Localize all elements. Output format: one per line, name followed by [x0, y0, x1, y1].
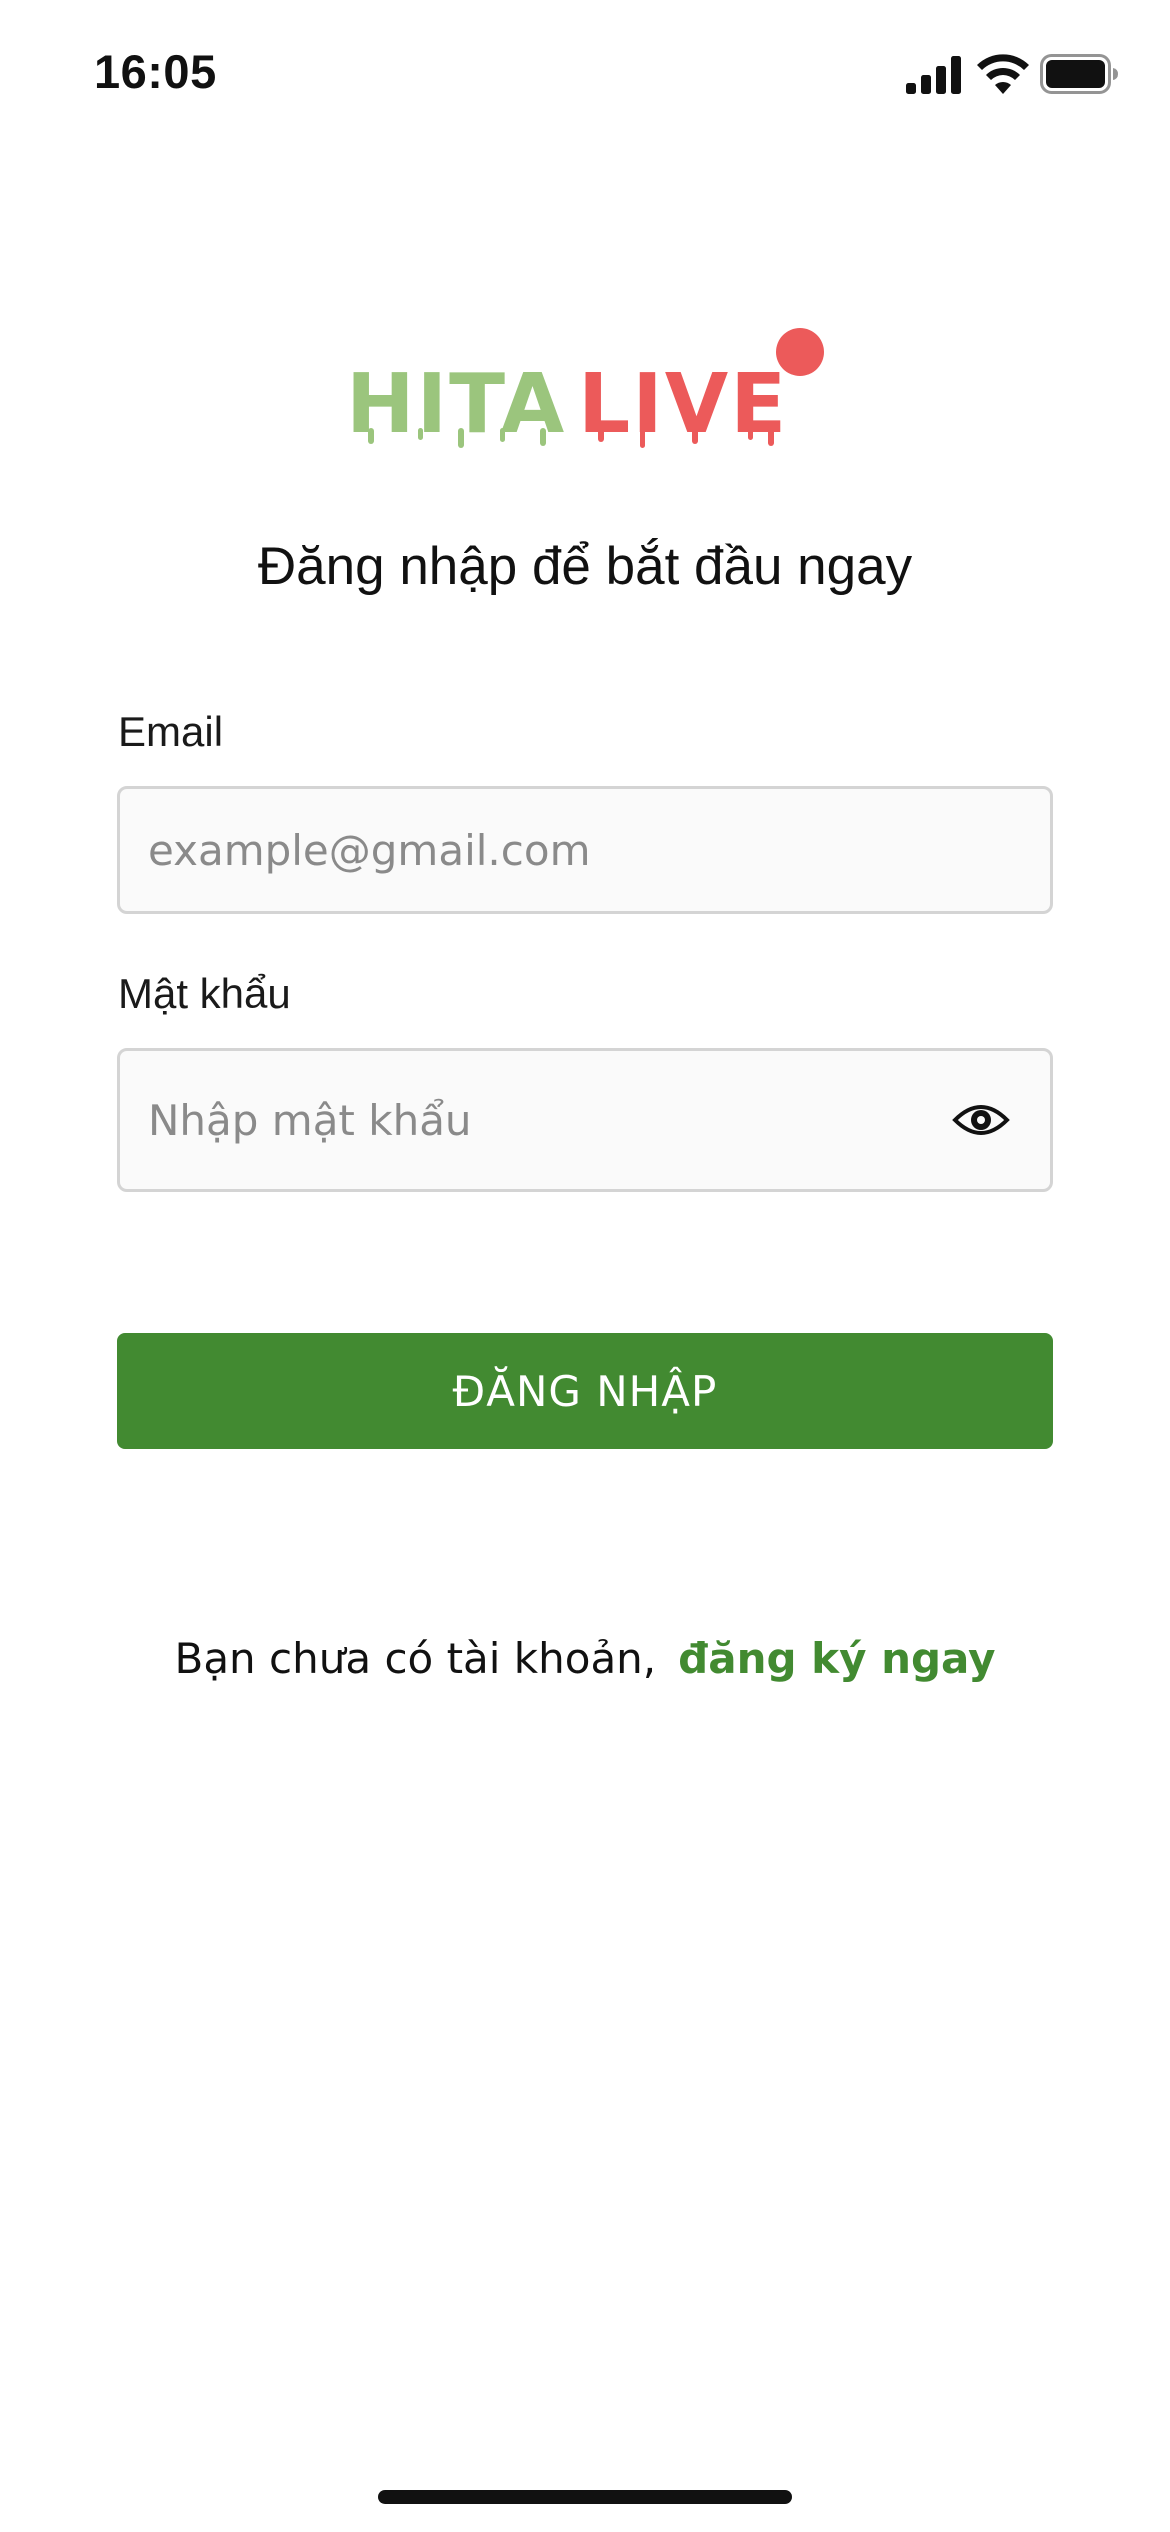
password-field-container[interactable] — [117, 1048, 1053, 1192]
password-field[interactable] — [148, 1051, 968, 1189]
eye-icon[interactable] — [952, 1100, 1010, 1140]
login-button[interactable]: ĐĂNG NHẬP — [117, 1333, 1053, 1449]
logo-word-live: LIVE — [578, 357, 788, 452]
email-field[interactable] — [148, 789, 968, 911]
status-bar: 16:05 — [0, 0, 1170, 150]
logo-word-hita: HITA — [346, 357, 566, 452]
cellular-signal-icon — [906, 56, 961, 94]
signup-prompt: Bạn chưa có tài khoản, — [174, 1634, 657, 1683]
battery-icon — [1040, 54, 1118, 94]
password-label: Mật khẩu — [118, 970, 291, 1017]
hita-live-logo: HITA LIVE — [346, 328, 824, 452]
signup-link[interactable]: đăng ký ngay — [678, 1634, 995, 1683]
status-time: 16:05 — [94, 45, 217, 98]
email-label: Email — [118, 708, 224, 755]
page-title: Đăng nhập để bắt đầu ngay — [257, 537, 913, 596]
wifi-icon — [977, 54, 1029, 94]
home-indicator[interactable] — [378, 2490, 792, 2504]
logo-dot — [776, 328, 824, 376]
signup-row: Bạn chưa có tài khoản, đăng ký ngay — [0, 1634, 1170, 1683]
email-field-container[interactable] — [117, 786, 1053, 914]
